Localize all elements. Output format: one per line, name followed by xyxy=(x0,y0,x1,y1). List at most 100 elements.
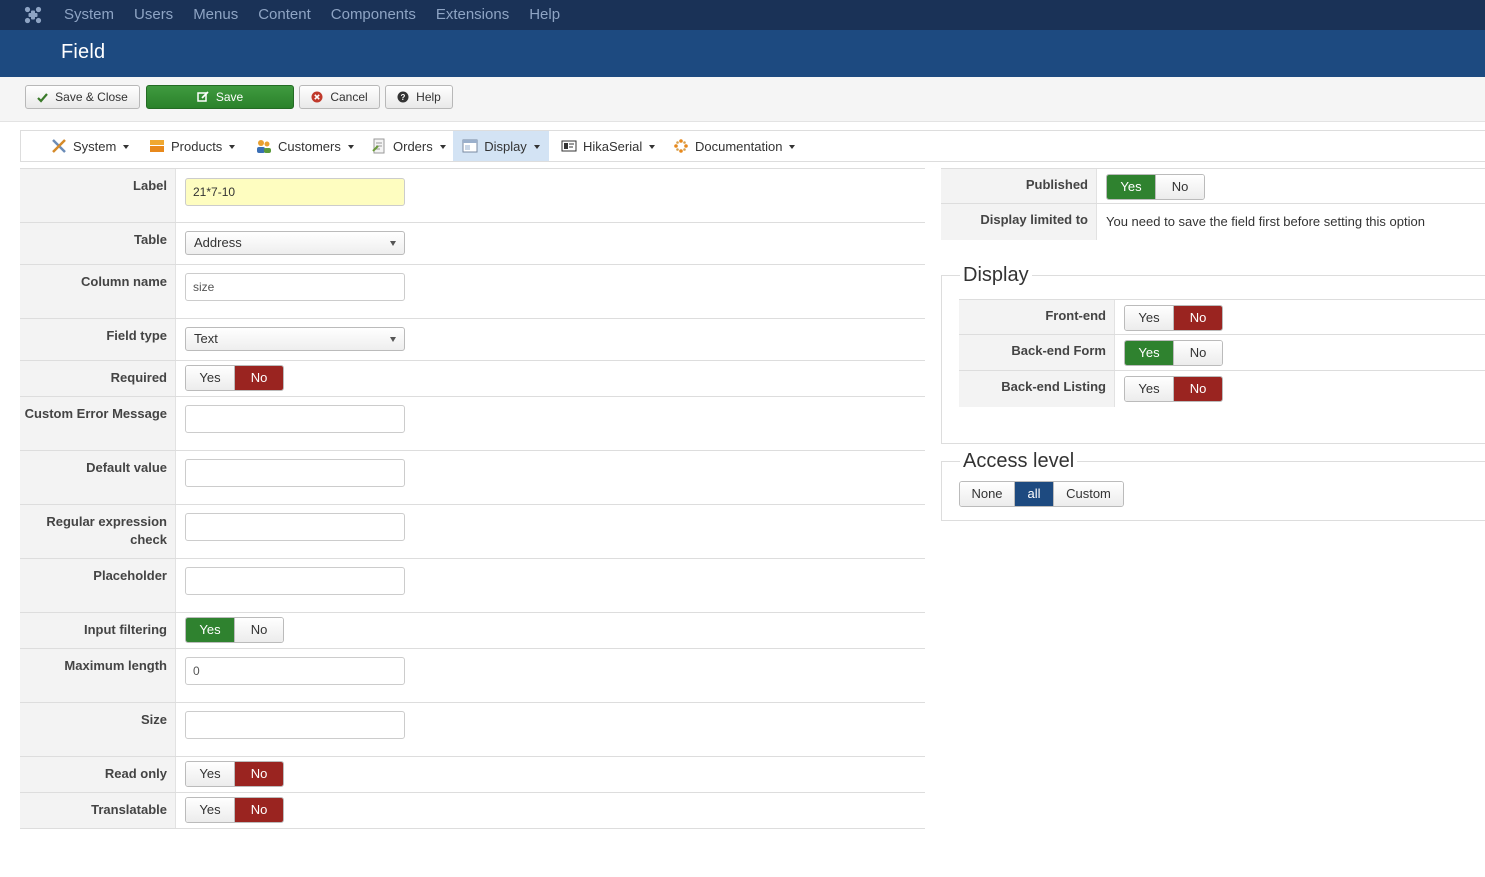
menu-help[interactable]: Help xyxy=(529,0,560,30)
component-submenu: System Products Customers Orders Display… xyxy=(20,130,1485,162)
select-arrow-icon xyxy=(390,241,396,246)
field-type-select[interactable]: Text xyxy=(185,327,405,351)
backend-form-toggle[interactable]: Yes No xyxy=(1124,340,1223,366)
front-end-no[interactable]: No xyxy=(1174,306,1222,330)
translatable-no[interactable]: No xyxy=(235,798,283,822)
row-backend-form: Back-end Form Yes No xyxy=(959,335,1485,371)
regex-input[interactable] xyxy=(185,513,405,541)
front-end-yes[interactable]: Yes xyxy=(1125,306,1174,330)
documentation-icon xyxy=(674,139,688,153)
menu-users[interactable]: Users xyxy=(134,0,173,30)
max-length-field-label: Maximum length xyxy=(20,649,176,702)
cancel-button[interactable]: Cancel xyxy=(299,85,380,109)
menu-menus[interactable]: Menus xyxy=(193,0,238,30)
backend-form-no[interactable]: No xyxy=(1174,341,1222,365)
row-input-filtering: Input filtering Yes No xyxy=(20,613,925,649)
read-only-field-label: Read only xyxy=(20,757,176,792)
backend-form-yes[interactable]: Yes xyxy=(1125,341,1174,365)
submenu-customers-label: Customers xyxy=(278,138,341,154)
input-filtering-toggle[interactable]: Yes No xyxy=(185,617,284,643)
size-field-label: Size xyxy=(20,703,176,756)
submenu-system[interactable]: System xyxy=(51,131,130,161)
display-limited-text: You need to save the field first before … xyxy=(1106,214,1425,229)
required-field-label: Required xyxy=(20,361,176,396)
row-read-only: Read only Yes No xyxy=(20,757,925,793)
backend-listing-toggle[interactable]: Yes No xyxy=(1124,376,1223,402)
submenu-products-label: Products xyxy=(171,138,223,154)
access-all-option[interactable]: all xyxy=(1015,482,1054,506)
joomla-logo-icon[interactable] xyxy=(24,6,42,24)
title-bar: Field xyxy=(0,30,1485,77)
placeholder-field-label: Placeholder xyxy=(20,559,176,612)
translatable-yes[interactable]: Yes xyxy=(186,798,235,822)
published-yes[interactable]: Yes xyxy=(1107,175,1156,199)
row-display-limited: Display limited to You need to save the … xyxy=(941,204,1485,240)
orders-icon xyxy=(372,138,385,154)
submenu-documentation[interactable]: Documentation xyxy=(673,131,796,161)
access-none-option[interactable]: None xyxy=(960,482,1015,506)
chevron-down-icon xyxy=(439,145,446,149)
input-filtering-field-label: Input filtering xyxy=(20,613,176,648)
default-value-input[interactable] xyxy=(185,459,405,487)
published-field-label: Published xyxy=(941,169,1097,203)
submenu-display[interactable]: Display xyxy=(453,131,549,161)
row-table: Table Address xyxy=(20,223,925,265)
row-translatable: Translatable Yes No xyxy=(20,793,925,829)
required-no[interactable]: No xyxy=(235,366,283,390)
column-name-input[interactable]: size xyxy=(185,273,405,301)
custom-error-field-label: Custom Error Message xyxy=(20,397,176,450)
help-button[interactable]: ? Help xyxy=(385,85,453,109)
menu-content[interactable]: Content xyxy=(258,0,311,30)
submenu-products[interactable]: Products xyxy=(149,131,236,161)
read-only-no[interactable]: No xyxy=(235,762,283,786)
table-select[interactable]: Address xyxy=(185,231,405,255)
select-arrow-icon xyxy=(390,337,396,342)
submenu-customers[interactable]: Customers xyxy=(255,131,354,161)
read-only-yes[interactable]: Yes xyxy=(186,762,235,786)
row-size: Size xyxy=(20,703,925,757)
submenu-hikaserial-label: HikaSerial xyxy=(583,138,643,154)
translatable-toggle[interactable]: Yes No xyxy=(185,797,284,823)
display-icon xyxy=(462,139,478,153)
row-regex: Regular expression check xyxy=(20,505,925,559)
field-type-select-value: Text xyxy=(194,331,218,346)
menu-system[interactable]: System xyxy=(64,0,114,30)
size-input[interactable] xyxy=(185,711,405,739)
required-toggle[interactable]: Yes No xyxy=(185,365,284,391)
front-end-field-label: Front-end xyxy=(959,300,1115,334)
access-level-selector[interactable]: None all Custom xyxy=(959,481,1124,507)
placeholder-input[interactable] xyxy=(185,567,405,595)
regex-field-label: Regular expression check xyxy=(20,505,176,558)
access-custom-option[interactable]: Custom xyxy=(1054,482,1123,506)
save-close-label: Save & Close xyxy=(55,90,128,104)
max-length-input[interactable]: 0 xyxy=(185,657,405,685)
published-no[interactable]: No xyxy=(1156,175,1204,199)
chevron-down-icon xyxy=(789,145,796,149)
input-filtering-yes[interactable]: Yes xyxy=(186,618,235,642)
custom-error-input[interactable] xyxy=(185,405,405,433)
menu-extensions[interactable]: Extensions xyxy=(436,0,509,30)
save-close-button[interactable]: Save & Close xyxy=(25,85,140,109)
display-limited-field-label: Display limited to xyxy=(941,204,1097,240)
front-end-toggle[interactable]: Yes No xyxy=(1124,305,1223,331)
menu-components[interactable]: Components xyxy=(331,0,416,30)
submenu-orders[interactable]: Orders xyxy=(371,131,446,161)
read-only-toggle[interactable]: Yes No xyxy=(185,761,284,787)
backend-listing-field-label: Back-end Listing xyxy=(959,371,1115,407)
required-yes[interactable]: Yes xyxy=(186,366,235,390)
help-label: Help xyxy=(416,90,441,104)
label-input[interactable]: 21*7-10 xyxy=(185,178,405,206)
save-label: Save xyxy=(215,90,244,104)
published-toggle[interactable]: Yes No xyxy=(1106,174,1205,200)
row-label: Label 21*7-10 xyxy=(20,168,925,223)
input-filtering-no[interactable]: No xyxy=(235,618,283,642)
save-button[interactable]: Save xyxy=(146,85,294,109)
table-field-label: Table xyxy=(20,223,176,264)
backend-listing-no[interactable]: No xyxy=(1174,377,1222,401)
submenu-display-label: Display xyxy=(484,138,527,154)
submenu-hikaserial[interactable]: HikaSerial xyxy=(561,131,656,161)
hikaserial-icon xyxy=(561,140,577,152)
toolbar: Save & Close Save Cancel ? Help xyxy=(0,77,1485,122)
backend-listing-yes[interactable]: Yes xyxy=(1125,377,1174,401)
tools-icon xyxy=(52,139,66,153)
